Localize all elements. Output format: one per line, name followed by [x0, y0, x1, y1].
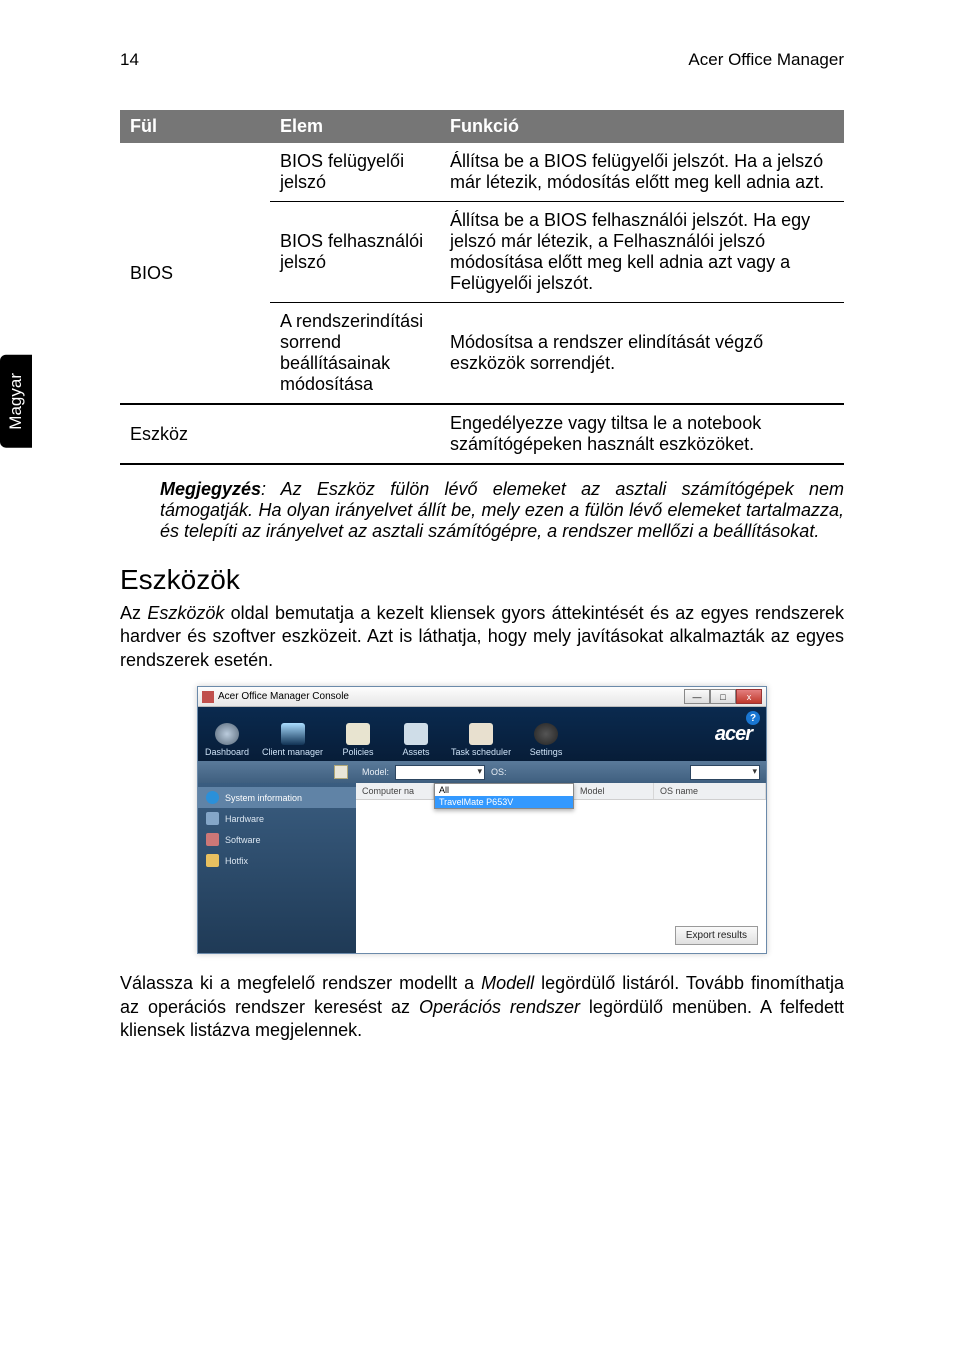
content-area: Computer na Model OS name All TravelMate…	[356, 783, 766, 953]
os-label: OS:	[491, 767, 507, 777]
table-row: BIOS BIOS felügyelői jelszó Állítsa be a…	[120, 143, 844, 202]
sidebar-item-label: Hardware	[225, 814, 264, 824]
close-button[interactable]: x	[736, 689, 762, 704]
cell-eszkoz-label: Eszköz	[120, 404, 440, 464]
sidebar-item-label: System information	[225, 793, 302, 803]
th-funkcio: Funkció	[440, 110, 844, 143]
acer-logo: acer	[715, 723, 766, 746]
sidebar-item-software[interactable]: Software	[198, 829, 356, 850]
assets-icon	[404, 723, 428, 745]
model-label: Model:	[362, 767, 389, 777]
tab-policies[interactable]: Policies	[329, 719, 387, 761]
filter-bar: Model: OS:	[198, 761, 766, 783]
sidebar-item-system-information[interactable]: System information	[198, 787, 356, 808]
tab-label: Settings	[530, 747, 563, 757]
table-row-eszkoz: Eszköz Engedélyezze vagy tiltsa le a not…	[120, 404, 844, 464]
model-dropdown-popup[interactable]: All TravelMate P653V	[434, 783, 574, 809]
cell-bios-group: BIOS	[120, 143, 270, 404]
maximize-button[interactable]: □	[710, 689, 736, 704]
tab-label: Dashboard	[205, 747, 249, 757]
th-elem: Elem	[270, 110, 440, 143]
app-title: Acer Office Manager Console	[218, 691, 349, 702]
text: Válassza ki a megfelelő rendszer modellt…	[120, 973, 481, 993]
tab-dashboard[interactable]: Dashboard	[198, 719, 256, 761]
sidebar-item-label: Hotfix	[225, 856, 248, 866]
client-manager-icon	[281, 723, 305, 745]
app-window: Acer Office Manager Console — □ x ? Dash…	[197, 686, 767, 954]
page-number: 14	[120, 50, 139, 70]
assets-sidebar: System information Hardware Software Hot…	[198, 783, 356, 953]
text-em: Eszközök	[147, 603, 224, 623]
header-title: Acer Office Manager	[688, 50, 844, 70]
document-page: 14 Acer Office Manager Fül Elem Funkció …	[0, 0, 954, 1102]
text-em: Operációs rendszer	[419, 997, 580, 1017]
note-text: : Az Eszköz fülön lévő elemeket az aszta…	[160, 479, 844, 541]
sidebar-item-hotfix[interactable]: Hotfix	[198, 850, 356, 871]
dropdown-option-travelmate[interactable]: TravelMate P653V	[435, 796, 573, 808]
tab-settings[interactable]: Settings	[517, 719, 575, 761]
cell-funk: Módosítsa a rendszer elindítását végző e…	[440, 303, 844, 405]
task-scheduler-icon	[469, 723, 493, 745]
settings-icon	[534, 723, 558, 745]
sidebar-item-hardware[interactable]: Hardware	[198, 808, 356, 829]
cell-elem: A rendszerindítási sorrend beállításaina…	[270, 303, 440, 405]
tab-label: Task scheduler	[451, 747, 511, 757]
app-icon	[202, 691, 214, 703]
tab-assets[interactable]: Assets	[387, 719, 445, 761]
policies-icon	[346, 723, 370, 745]
cell-elem: BIOS felhasználói jelszó	[270, 202, 440, 303]
hardware-icon	[206, 812, 219, 825]
note-paragraph: Megjegyzés: Az Eszköz fülön lévő elemeke…	[160, 479, 844, 542]
minimize-button[interactable]: —	[684, 689, 710, 704]
tab-task-scheduler[interactable]: Task scheduler	[445, 719, 517, 761]
cell-funk: Állítsa be a BIOS felügyelői jelszót. Ha…	[440, 143, 844, 202]
text: Az	[120, 603, 147, 623]
export-results-button[interactable]: Export results	[675, 926, 758, 945]
body-paragraph-2: Válassza ki a megfelelő rendszer modellt…	[120, 972, 844, 1042]
bios-table: Fül Elem Funkció BIOS BIOS felügyelői je…	[120, 110, 844, 465]
page-header: 14 Acer Office Manager	[120, 50, 844, 70]
tab-client-manager[interactable]: Client manager	[256, 719, 329, 761]
th-ful: Fül	[120, 110, 270, 143]
titlebar: Acer Office Manager Console — □ x	[198, 687, 766, 707]
cell-eszkoz-funk: Engedélyezze vagy tiltsa le a notebook s…	[440, 404, 844, 464]
app-body: System information Hardware Software Hot…	[198, 783, 766, 953]
body-paragraph-1: Az Eszközök oldal bemutatja a kezelt kli…	[120, 602, 844, 672]
hotfix-icon	[206, 854, 219, 867]
window-controls: — □ x	[684, 689, 762, 704]
table-header-row: Fül Elem Funkció	[120, 110, 844, 143]
page-icon[interactable]	[334, 765, 348, 779]
main-toolbar: ? Dashboard Client manager Policies Asse…	[198, 707, 766, 761]
dropdown-option-all[interactable]: All	[435, 784, 573, 796]
dashboard-icon	[215, 723, 239, 745]
tab-label: Assets	[403, 747, 430, 757]
cell-elem: BIOS felügyelői jelszó	[270, 143, 440, 202]
tab-label: Policies	[343, 747, 374, 757]
note-label: Megjegyzés	[160, 479, 261, 499]
tab-label: Client manager	[262, 747, 323, 757]
col-os-name[interactable]: OS name	[654, 783, 766, 799]
cell-funk: Állítsa be a BIOS felhasználói jelszót. …	[440, 202, 844, 303]
text-em: Modell	[481, 973, 534, 993]
col-computer-name[interactable]: Computer na	[356, 783, 434, 799]
os-select[interactable]	[690, 765, 760, 780]
info-icon	[206, 791, 219, 804]
sidebar-item-label: Software	[225, 835, 261, 845]
section-heading: Eszközök	[120, 564, 844, 596]
model-select[interactable]	[395, 765, 485, 780]
software-icon	[206, 833, 219, 846]
col-model[interactable]: Model	[574, 783, 654, 799]
text: oldal bemutatja a kezelt kliensek gyors …	[120, 603, 844, 670]
